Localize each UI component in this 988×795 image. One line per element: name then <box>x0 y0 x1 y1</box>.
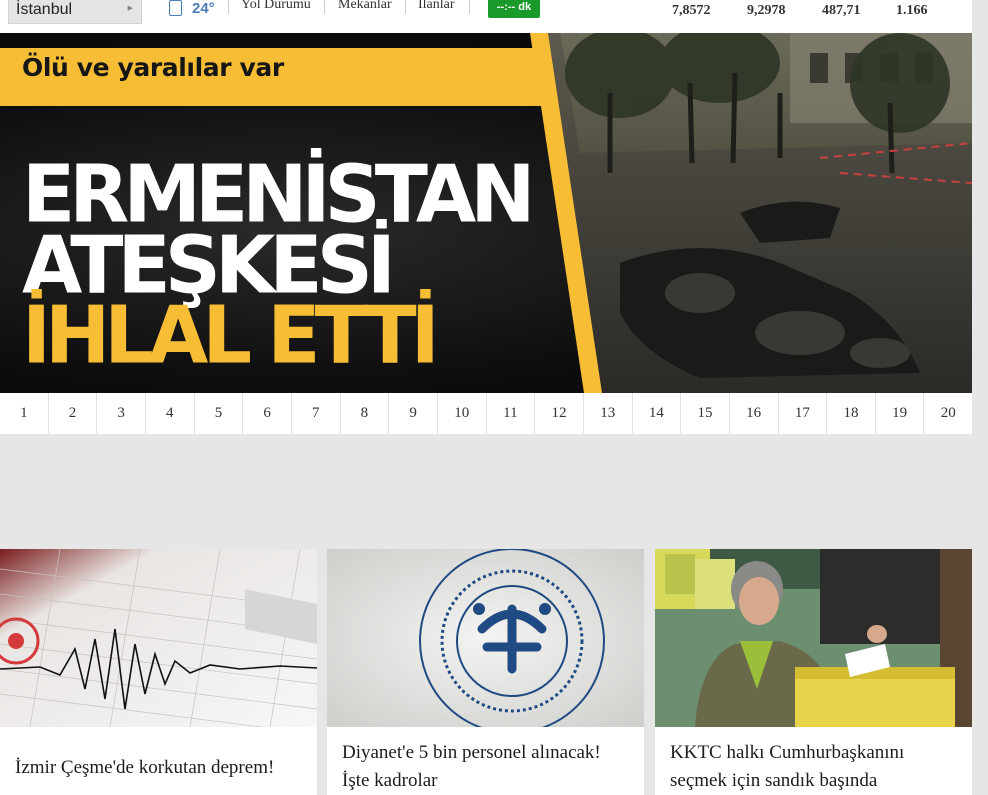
pager-page-20[interactable]: 20 <box>924 393 973 434</box>
hero-slide[interactable]: Ölü ve yaralılar var ERMENİSTAN ATEŞKESİ… <box>0 33 972 393</box>
nav-divider <box>324 0 325 14</box>
market-value-index[interactable]: 1.166 <box>896 3 928 19</box>
news-card-image <box>0 549 317 727</box>
pager-page-12[interactable]: 12 <box>535 393 584 434</box>
pager-page-4[interactable]: 4 <box>145 393 195 434</box>
news-card-title[interactable]: İzmir Çeşme'de korkutan deprem! <box>15 754 303 782</box>
weather-temperature: 24° <box>192 0 215 17</box>
market-value-gold[interactable]: 487,71 <box>822 3 861 19</box>
pager-page-13[interactable]: 13 <box>583 393 633 434</box>
pager-page-9[interactable]: 9 <box>389 393 438 434</box>
pager-page-7[interactable]: 7 <box>291 393 341 434</box>
hero-tag-text: Ölü ve yaralılar var <box>22 53 284 82</box>
news-card-earthquake[interactable]: İzmir Çeşme'de korkutan deprem! <box>0 549 317 795</box>
top-bar: İstanbul ▶ 24° Yol Durumu Mekanlar İlanl… <box>0 0 972 34</box>
pager-page-11[interactable]: 11 <box>486 393 536 434</box>
news-card-diyanet[interactable]: Diyanet'e 5 bin personel alınacak! İşte … <box>327 549 644 795</box>
nav-divider <box>405 0 406 14</box>
nav-link-road-status[interactable]: Yol Durumu <box>241 0 311 13</box>
news-card-kktc-election[interactable]: KKTC halkı Cumhurbaşkanını seçmek için s… <box>655 549 972 795</box>
news-card-title[interactable]: KKTC halkı Cumhurbaşkanını seçmek için s… <box>670 739 958 795</box>
prayer-time-badge[interactable]: --:-- dk <box>488 0 540 18</box>
nav-divider <box>469 0 470 14</box>
pager-page-8[interactable]: 8 <box>340 393 390 434</box>
market-value-dollar[interactable]: 7,8572 <box>672 3 711 19</box>
city-select[interactable]: İstanbul ▶ <box>8 0 142 24</box>
market-value-euro[interactable]: 9,2978 <box>747 3 786 19</box>
chevron-down-icon: ▶ <box>127 5 133 12</box>
pager-page-14[interactable]: 14 <box>632 393 682 434</box>
nav-divider <box>228 0 229 14</box>
pager-page-16[interactable]: 16 <box>729 393 779 434</box>
news-card-image <box>327 549 644 727</box>
pager-page-5[interactable]: 5 <box>194 393 244 434</box>
pager-page-19[interactable]: 19 <box>875 393 925 434</box>
news-card-image <box>655 549 972 727</box>
pager-page-6[interactable]: 6 <box>243 393 292 434</box>
pager-page-10[interactable]: 10 <box>437 393 487 434</box>
weather-icon <box>169 0 182 16</box>
pager-page-18[interactable]: 18 <box>827 393 876 434</box>
nav-link-classifieds[interactable]: İlanlar <box>418 0 455 13</box>
slider-pager: 1 2 3 4 5 6 7 8 9 10 11 12 13 14 15 16 1… <box>0 393 973 434</box>
nav-link-places[interactable]: Mekanlar <box>338 0 392 13</box>
pager-page-17[interactable]: 17 <box>778 393 828 434</box>
hero-headline-line3: İHLAL ETTİ <box>22 289 440 382</box>
pager-page-15[interactable]: 15 <box>681 393 730 434</box>
news-card-title[interactable]: Diyanet'e 5 bin personel alınacak! İşte … <box>342 739 630 795</box>
city-select-value: İstanbul <box>16 1 73 18</box>
pager-page-1[interactable]: 1 <box>0 393 49 434</box>
pager-page-3[interactable]: 3 <box>97 393 146 434</box>
pager-page-2[interactable]: 2 <box>48 393 98 434</box>
